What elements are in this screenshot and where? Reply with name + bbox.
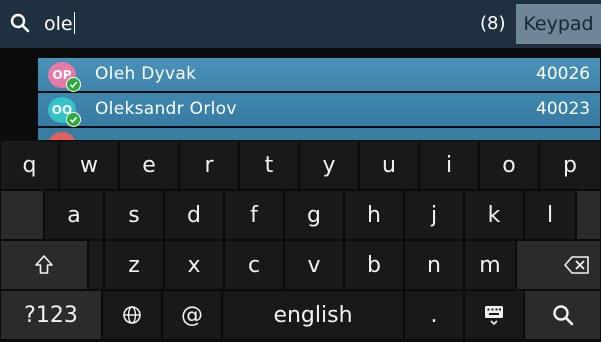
language-key[interactable]	[103, 291, 161, 339]
key-m[interactable]: m	[465, 241, 515, 289]
contact-row[interactable]: OO Oleksandr Orlov 40023	[38, 93, 600, 127]
result-count: (8)	[480, 13, 506, 34]
search-bar: ole (8) Keypad	[0, 0, 601, 48]
key-t[interactable]: t	[240, 141, 298, 189]
key-p[interactable]: p	[540, 141, 600, 189]
avatar: OO	[48, 97, 81, 127]
backspace-key[interactable]	[517, 241, 600, 289]
key-f[interactable]: f	[225, 191, 283, 239]
backspace-icon	[563, 255, 590, 275]
key-l[interactable]: l	[525, 191, 575, 239]
key-i[interactable]: i	[420, 141, 478, 189]
hide-keyboard-key[interactable]	[465, 291, 523, 339]
key-w[interactable]: w	[60, 141, 118, 189]
globe-icon	[122, 305, 142, 325]
shift-icon	[34, 254, 54, 276]
text-caret	[73, 12, 76, 34]
space-key[interactable]: english	[223, 291, 403, 339]
on-screen-keyboard: q w e r t y u i o p a s d f g h j k l z	[0, 140, 601, 342]
key-r[interactable]: r	[180, 141, 238, 189]
key-b[interactable]: b	[345, 241, 403, 289]
keyboard-icon	[483, 304, 505, 326]
avatar: OP	[48, 62, 81, 92]
key-a[interactable]: a	[45, 191, 103, 239]
contact-row[interactable]: OP Oleh Dyvak 40026	[38, 58, 600, 92]
key-u[interactable]: u	[360, 141, 418, 189]
key-c[interactable]: c	[225, 241, 283, 289]
key-at[interactable]: @	[163, 291, 221, 339]
key-d[interactable]: d	[165, 191, 223, 239]
key-e[interactable]: e	[120, 141, 178, 189]
key-k[interactable]: k	[465, 191, 523, 239]
presence-available-icon	[66, 112, 81, 127]
key-j[interactable]: j	[405, 191, 463, 239]
key-gap	[89, 241, 103, 289]
contact-number: 40023	[536, 99, 591, 119]
key-h[interactable]: h	[345, 191, 403, 239]
key-n[interactable]: n	[405, 241, 463, 289]
search-query: ole	[44, 13, 73, 35]
keypad-button[interactable]: Keypad	[516, 4, 601, 44]
key-y[interactable]: y	[300, 141, 358, 189]
contact-name: Oleh Dyvak	[95, 64, 197, 84]
key-s[interactable]: s	[105, 191, 163, 239]
presence-available-icon	[66, 77, 81, 92]
symbols-key[interactable]: ?123	[1, 291, 101, 339]
shift-key[interactable]	[1, 241, 87, 289]
key-o[interactable]: o	[480, 141, 538, 189]
search-icon	[9, 12, 31, 34]
search-icon	[551, 303, 575, 327]
key-x[interactable]: x	[165, 241, 223, 289]
search-input[interactable]: ole	[44, 11, 76, 37]
contact-row-partial[interactable]	[38, 128, 600, 140]
key-period[interactable]: .	[405, 291, 463, 339]
search-key[interactable]	[525, 291, 600, 339]
key-q[interactable]: q	[1, 141, 58, 189]
key-z[interactable]: z	[105, 241, 163, 289]
key-spacer-left	[1, 191, 43, 239]
contact-name: Oleksandr Orlov	[95, 99, 237, 119]
contact-results-list: OP Oleh Dyvak 40026 OO Oleksandr Orlov 4…	[0, 48, 601, 140]
avatar	[48, 132, 76, 140]
key-g[interactable]: g	[285, 191, 343, 239]
screen: ole (8) Keypad OP Oleh Dyvak 40026 OO Ol…	[0, 0, 601, 342]
key-spacer-right	[577, 191, 600, 239]
contact-number: 40026	[536, 64, 591, 84]
key-v[interactable]: v	[285, 241, 343, 289]
